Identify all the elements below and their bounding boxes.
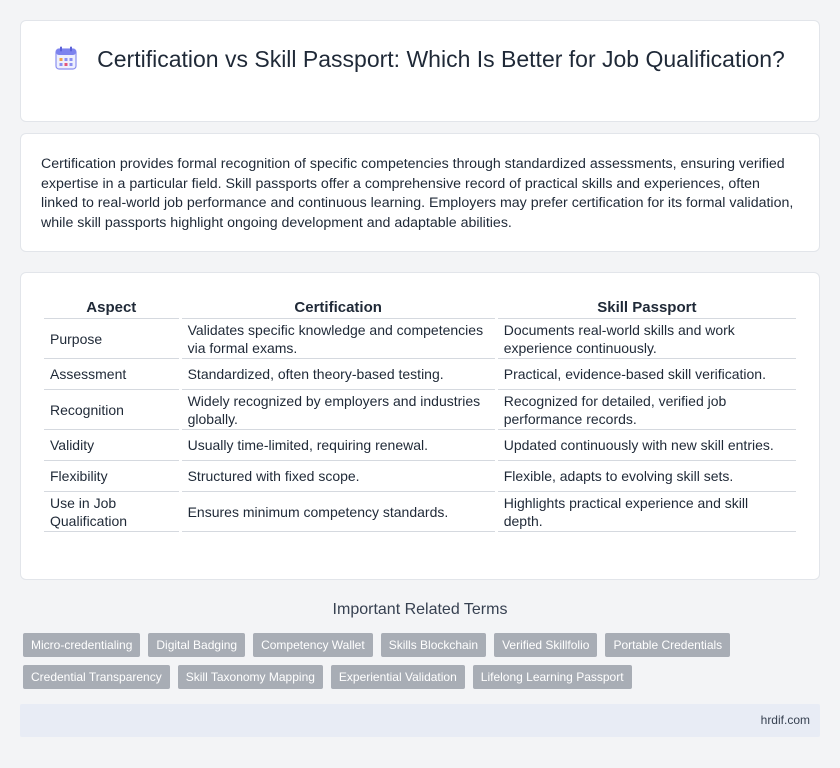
tag-portable-credentials[interactable]: Portable Credentials <box>605 633 731 657</box>
tag-skills-blockchain[interactable]: Skills Blockchain <box>380 633 487 657</box>
header-card: Certification vs Skill Passport: Which I… <box>20 20 820 122</box>
cell-aspect: Flexibility <box>44 461 179 492</box>
tag-row: Credential Transparency Skill Taxonomy M… <box>23 665 823 689</box>
header-aspect: Aspect <box>44 295 179 319</box>
cell-aspect: Use in Job Qualification <box>44 492 179 532</box>
table-row: Recognition Widely recognized by employe… <box>44 390 796 430</box>
tag-credential-transparency[interactable]: Credential Transparency <box>23 665 170 689</box>
comparison-table-card: Aspect Certification Skill Passport Purp… <box>20 272 820 580</box>
cell-aspect: Assessment <box>44 359 179 390</box>
cell-certification: Widely recognized by employers and indus… <box>181 390 495 430</box>
cell-certification: Validates specific knowledge and compete… <box>181 319 495 359</box>
table-row: Assessment Standardized, often theory-ba… <box>44 359 796 390</box>
table-row: Purpose Validates specific knowledge and… <box>44 319 796 359</box>
cell-certification: Structured with fixed scope. <box>181 461 495 492</box>
cell-certification: Standardized, often theory-based testing… <box>181 359 495 390</box>
tag-digital-badging[interactable]: Digital Badging <box>148 633 246 657</box>
intro-card: Certification provides formal recognitio… <box>20 133 820 252</box>
related-terms-title: Important Related Terms <box>332 601 508 618</box>
cell-skill-passport: Recognized for detailed, verified job pe… <box>497 390 796 430</box>
cell-certification: Usually time-limited, requiring renewal. <box>181 430 495 461</box>
tag-row: Micro-credentialing Digital Badging Comp… <box>23 633 823 657</box>
table-row: Use in Job Qualification Ensures minimum… <box>44 492 796 532</box>
tag-lifelong-learning-passport[interactable]: Lifelong Learning Passport <box>472 665 632 689</box>
header-skill-passport: Skill Passport <box>497 295 796 319</box>
header-certification: Certification <box>181 295 495 319</box>
tag-experiential-validation[interactable]: Experiential Validation <box>330 665 465 689</box>
cell-certification: Ensures minimum competency standards. <box>181 492 495 532</box>
cell-skill-passport: Documents real-world skills and work exp… <box>497 319 796 359</box>
table-row: Flexibility Structured with fixed scope.… <box>44 461 796 492</box>
page-title: Certification vs Skill Passport: Which I… <box>97 46 785 72</box>
cell-aspect: Recognition <box>44 390 179 430</box>
table-header-row: Aspect Certification Skill Passport <box>44 295 796 319</box>
page-title-wrap: Certification vs Skill Passport: Which I… <box>21 45 819 74</box>
tag-micro-credentialing[interactable]: Micro-credentialing <box>23 633 141 657</box>
cell-skill-passport: Flexible, adapts to evolving skill sets. <box>497 461 796 492</box>
intro-paragraph: Certification provides formal recognitio… <box>41 156 794 231</box>
cell-aspect: Validity <box>44 430 179 461</box>
footer: hrdif.com <box>20 704 820 737</box>
comparison-table: Aspect Certification Skill Passport Purp… <box>41 295 799 532</box>
cell-aspect: Purpose <box>44 319 179 359</box>
cell-skill-passport: Highlights practical experience and skil… <box>497 492 796 532</box>
tag-verified-skillfolio[interactable]: Verified Skillfolio <box>494 633 598 657</box>
cell-skill-passport: Updated continuously with new skill entr… <box>497 430 796 461</box>
tag-competency-wallet[interactable]: Competency Wallet <box>253 633 373 657</box>
footer-site-link[interactable]: hrdif.com <box>761 713 810 727</box>
calendar-icon <box>55 46 77 70</box>
related-terms-tags: Micro-credentialing Digital Badging Comp… <box>23 633 823 697</box>
cell-skill-passport: Practical, evidence-based skill verifica… <box>497 359 796 390</box>
tag-skill-taxonomy-mapping[interactable]: Skill Taxonomy Mapping <box>177 665 323 689</box>
table-row: Validity Usually time-limited, requiring… <box>44 430 796 461</box>
